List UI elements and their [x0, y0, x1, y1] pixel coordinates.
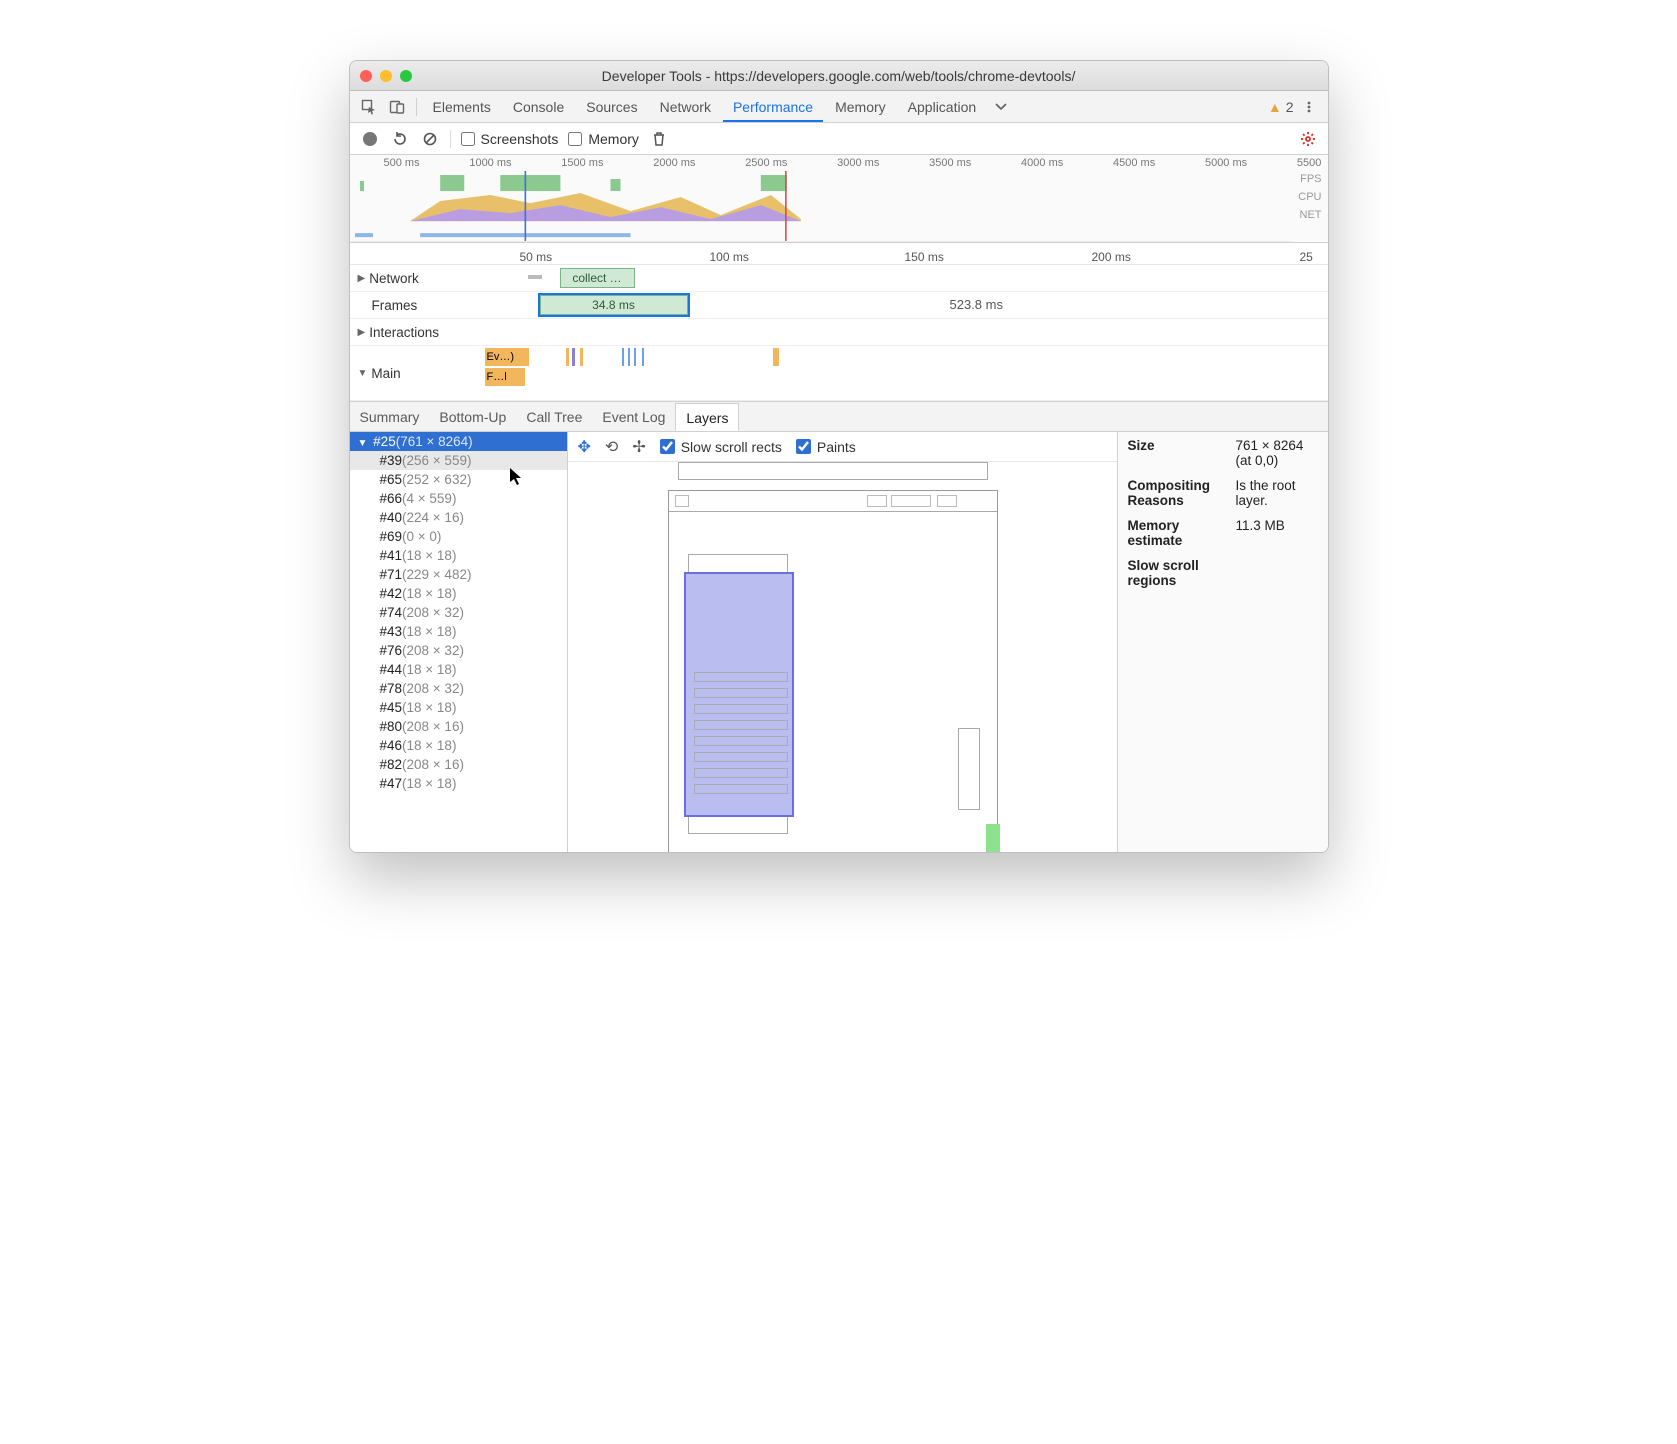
devtools-window: Developer Tools - https://developers.goo…	[349, 60, 1329, 853]
btab-layers[interactable]: Layers	[675, 403, 739, 431]
layer-item[interactable]: #41(18 × 18)	[350, 546, 567, 565]
warning-count-value: 2	[1286, 99, 1294, 115]
layer-item[interactable]: #82(208 × 16)	[350, 755, 567, 774]
inspect-icon[interactable]	[356, 94, 382, 120]
tab-memory[interactable]: Memory	[825, 92, 896, 122]
device-toggle-icon[interactable]	[384, 94, 410, 120]
track-interactions[interactable]: ▶Interactions	[350, 319, 1328, 346]
layer-item[interactable]: #74(208 × 32)	[350, 603, 567, 622]
flame-event[interactable]: F…l	[485, 368, 525, 386]
layer-item[interactable]: #71(229 × 482)	[350, 565, 567, 584]
layer-visualizer: ✥ ⟲ ✢ Slow scroll rects Paints	[568, 432, 1118, 852]
chevron-down-icon: ▼	[358, 368, 368, 379]
layer-item[interactable]: #47(18 × 18)	[350, 774, 567, 793]
trash-button[interactable]	[649, 129, 669, 149]
layer-item[interactable]: #44(18 × 18)	[350, 660, 567, 679]
frame-selected[interactable]: 34.8 ms	[540, 295, 688, 315]
track-main[interactable]: ▼Main Ev…) F…l	[350, 346, 1328, 401]
frame-duration: 523.8 ms	[950, 297, 1003, 312]
slow-scroll-rects-checkbox[interactable]: Slow scroll rects	[660, 439, 782, 455]
btab-summary[interactable]: Summary	[350, 403, 430, 431]
memory-checkbox[interactable]: Memory	[568, 131, 639, 147]
tab-application[interactable]: Application	[898, 92, 987, 122]
layer-item[interactable]: #46(18 × 18)	[350, 736, 567, 755]
screenshots-label: Screenshots	[481, 131, 559, 147]
btab-event-log[interactable]: Event Log	[592, 403, 675, 431]
clear-button[interactable]	[420, 129, 440, 149]
tab-console[interactable]: Console	[503, 92, 574, 122]
capture-settings-icon[interactable]	[1298, 129, 1318, 149]
layers-panel: ▼ #25(761 × 8264)#39(256 × 559)#65(252 ×…	[350, 432, 1328, 852]
chevron-right-icon: ▶	[358, 327, 366, 338]
tab-performance[interactable]: Performance	[723, 92, 823, 122]
layer-item[interactable]: #39(256 × 559)	[350, 451, 567, 470]
tab-network[interactable]: Network	[650, 92, 721, 122]
panel-tabs: Elements Console Sources Network Perform…	[350, 91, 1328, 123]
btab-bottom-up[interactable]: Bottom-Up	[429, 403, 516, 431]
layer-item[interactable]: #40(224 × 16)	[350, 508, 567, 527]
layer-item[interactable]: #45(18 × 18)	[350, 698, 567, 717]
layer-item[interactable]: #69(0 × 0)	[350, 527, 567, 546]
rotate-icon[interactable]: ⟲	[605, 437, 618, 457]
warning-count[interactable]: ▲ 2	[1268, 99, 1294, 115]
warning-icon: ▲	[1268, 99, 1282, 115]
viz-canvas[interactable]	[568, 462, 1117, 852]
tab-elements[interactable]: Elements	[423, 92, 501, 122]
kebab-menu-icon[interactable]	[1296, 94, 1322, 120]
overview-graph	[350, 171, 1292, 242]
chevron-right-icon: ▶	[358, 273, 366, 284]
layer-item[interactable]: #66(4 × 559)	[350, 489, 567, 508]
tab-sources[interactable]: Sources	[576, 92, 647, 122]
layer-item[interactable]: #43(18 × 18)	[350, 622, 567, 641]
layer-item[interactable]: #78(208 × 32)	[350, 679, 567, 698]
track-network[interactable]: ▶Network collect …	[350, 265, 1328, 292]
overview-lane-labels: FPS CPU NET	[1298, 173, 1321, 221]
overview-timeline[interactable]: 500 ms 1000 ms 1500 ms 2000 ms 2500 ms 3…	[350, 155, 1328, 243]
btab-call-tree[interactable]: Call Tree	[516, 403, 592, 431]
pan-icon[interactable]: ✥	[578, 437, 591, 457]
viz-toolbar: ✥ ⟲ ✢ Slow scroll rects Paints	[568, 432, 1117, 462]
layer-item[interactable]: #76(208 × 32)	[350, 641, 567, 660]
reload-record-button[interactable]	[390, 129, 410, 149]
details-tabs: Summary Bottom-Up Call Tree Event Log La…	[350, 402, 1328, 432]
titlebar: Developer Tools - https://developers.goo…	[350, 61, 1328, 91]
layer-item[interactable]: #42(18 × 18)	[350, 584, 567, 603]
perf-controls: Screenshots Memory	[350, 123, 1328, 155]
layer-details: Size761 × 8264 (at 0,0) Compositing Reas…	[1118, 432, 1328, 852]
flame-ruler: 50 ms 100 ms 150 ms 200 ms 25	[350, 243, 1328, 265]
flame-event[interactable]: Ev…)	[485, 348, 529, 366]
reset-view-icon[interactable]: ✢	[632, 437, 645, 457]
window-title: Developer Tools - https://developers.goo…	[350, 68, 1328, 84]
cursor-icon	[510, 468, 524, 486]
layer-list[interactable]: ▼ #25(761 × 8264)#39(256 × 559)#65(252 ×…	[350, 432, 568, 852]
flame-chart[interactable]: 50 ms 100 ms 150 ms 200 ms 25 ▶Network c…	[350, 243, 1328, 402]
layer-item[interactable]: #65(252 × 632)	[350, 470, 567, 489]
more-tabs-icon[interactable]	[988, 94, 1014, 120]
layer-item[interactable]: ▼ #25(761 × 8264)	[350, 432, 567, 451]
layer-item[interactable]: #80(208 × 16)	[350, 717, 567, 736]
track-frames[interactable]: Frames 34.8 ms 523.8 ms	[350, 292, 1328, 319]
screenshots-checkbox[interactable]: Screenshots	[461, 131, 559, 147]
paints-checkbox[interactable]: Paints	[796, 439, 856, 455]
record-button[interactable]	[360, 129, 380, 149]
memory-label: Memory	[588, 131, 639, 147]
